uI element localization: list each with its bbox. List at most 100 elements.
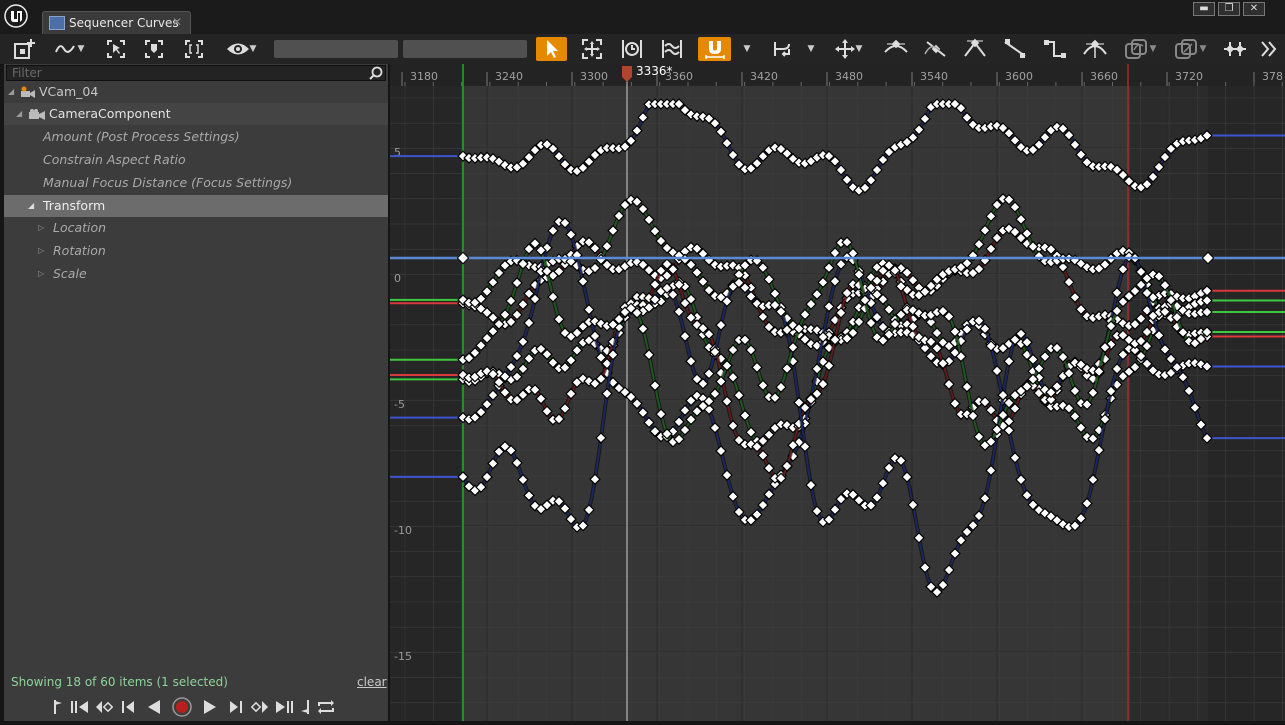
time-tick-label: 3660 <box>1090 70 1118 83</box>
tree-item-location[interactable]: ▷ Location <box>4 217 388 239</box>
snap-options-dropdown[interactable]: ▼ <box>740 37 754 61</box>
tangent-auto-icon[interactable] <box>881 37 911 61</box>
tree-item-constrain-aspect[interactable]: Constrain Aspect Ratio <box>4 149 388 171</box>
value-tick-label: -10 <box>394 524 412 537</box>
value-tick-label: 0 <box>394 272 401 285</box>
curve-tree-panel: Filter ◢ VCam_04 ◢ CameraComponent Amoun… <box>4 64 388 721</box>
tangent-flatten-icon[interactable] <box>1080 37 1110 61</box>
tree-item-label: Manual Focus Distance (Focus Settings) <box>43 175 293 190</box>
close-window-button[interactable]: ✕ <box>1243 2 1265 16</box>
expand-arrow-icon[interactable]: ▷ <box>38 240 44 262</box>
curve-editor-icon <box>49 16 65 30</box>
tree-item-label: Transform <box>43 198 106 213</box>
more-icon[interactable] <box>1257 37 1281 61</box>
snap-icon[interactable] <box>698 37 731 61</box>
transport-controls <box>48 695 348 719</box>
curve-filter-2-dropdown[interactable]: ▼ <box>1170 37 1210 61</box>
step-back-icon[interactable] <box>116 695 140 719</box>
expand-arrow-icon[interactable]: ▷ <box>38 217 44 239</box>
unreal-logo-icon[interactable] <box>4 4 28 28</box>
tree-item-scale[interactable]: ▷ Scale <box>4 263 388 285</box>
collapse-arrow-icon[interactable]: ◢ <box>8 81 14 103</box>
record-icon[interactable] <box>168 695 196 719</box>
tree-item-amount[interactable]: Amount (Post Process Settings) <box>4 126 388 148</box>
play-icon[interactable] <box>196 695 224 719</box>
tree-item-manual-focus[interactable]: Manual Focus Distance (Focus Settings) <box>4 172 388 194</box>
fit-view-icon[interactable] <box>181 37 207 61</box>
search-icon[interactable] <box>369 66 383 80</box>
time-snap-icon[interactable] <box>768 37 796 61</box>
move-tool-icon <box>834 39 855 59</box>
title-bar: Sequencer Curves ✕ ▬ ❐ ✕ <box>0 0 1285 35</box>
curve-filter-2-icon <box>1174 39 1197 59</box>
add-key-icon[interactable] <box>10 37 38 61</box>
tree-item-label: Location <box>53 220 107 235</box>
time-tick-label: 378 <box>1262 70 1283 83</box>
maximize-button[interactable]: ❐ <box>1218 2 1240 16</box>
expand-arrow-icon[interactable]: ▷ <box>38 263 44 285</box>
tangent-constant-icon[interactable] <box>1040 37 1070 61</box>
tab-label: Sequencer Curves <box>69 16 179 30</box>
tree-item-label: VCam_04 <box>39 84 99 99</box>
transform-tool-icon[interactable] <box>578 37 606 61</box>
curve-filter-dropdown[interactable]: ▼ <box>1120 37 1160 61</box>
tree-item-vcam[interactable]: ◢ VCam_04 <box>4 81 388 103</box>
curve-filter-icon <box>1124 39 1147 59</box>
tangent-user-icon[interactable] <box>921 37 951 61</box>
retime-icon[interactable] <box>141 37 167 61</box>
clear-filter-link[interactable]: clear <box>357 675 387 689</box>
tree-item-label: Rotation <box>53 243 106 258</box>
jump-end-icon[interactable] <box>272 695 296 719</box>
key-time-field[interactable] <box>274 40 398 58</box>
key-value-field[interactable] <box>403 40 527 58</box>
collapse-arrow-icon[interactable]: ◢ <box>16 103 22 125</box>
status-text: Showing 18 of 60 items (1 selected) <box>11 675 228 689</box>
tree-item-label: Scale <box>53 266 87 281</box>
tree-item-label: CameraComponent <box>49 106 171 121</box>
select-tool-icon[interactable] <box>536 37 567 61</box>
filter-placeholder: Filter <box>12 66 42 80</box>
tree-item-label: Constrain Aspect Ratio <box>43 152 186 167</box>
filter-input[interactable]: Filter <box>6 65 386 81</box>
next-key-icon[interactable] <box>248 695 272 719</box>
collapse-arrow-icon[interactable]: ◢ <box>28 195 34 217</box>
time-tick-label: 3180 <box>410 70 438 83</box>
curve-graph-view[interactable]: 3180 3240 3300 3360 3420 3480 3540 3600 3660 3720… <box>390 64 1285 721</box>
time-tick-label: 3600 <box>1005 70 1033 83</box>
time-tick-label: 3540 <box>920 70 948 83</box>
loop-icon[interactable] <box>314 695 338 719</box>
tree-item-camera-component[interactable]: ◢ CameraComponent <box>4 103 388 125</box>
time-tick-label: 3480 <box>835 70 863 83</box>
tree-item-rotation[interactable]: ▷ Rotation <box>4 240 388 262</box>
visibility-dropdown[interactable]: ▼ <box>222 37 260 61</box>
tab-close-button[interactable]: ✕ <box>172 15 182 29</box>
time-tick-label: 3420 <box>750 70 778 83</box>
move-tool-dropdown[interactable]: ▼ <box>829 37 867 61</box>
curve-toolbar: ▼ ▼ ▼ ▼ ▼ ▼ ▼ <box>0 34 1285 65</box>
curve-graph-canvas[interactable]: 3180 3240 3300 3360 3420 3480 3540 3600 3660 3720… <box>390 64 1285 721</box>
time-tick-label: 3240 <box>495 70 523 83</box>
time-snap-dropdown[interactable]: ▼ <box>804 37 818 61</box>
current-frame-label: 3336* <box>636 64 673 78</box>
play-reverse-icon[interactable] <box>140 695 168 719</box>
multi-curve-icon[interactable] <box>658 37 686 61</box>
time-tick-label: 3300 <box>580 70 608 83</box>
frame-selection-icon[interactable] <box>103 37 129 61</box>
set-range-icon[interactable] <box>296 695 314 719</box>
value-tick-label: -15 <box>394 650 412 663</box>
retime-tool-icon[interactable] <box>618 37 646 61</box>
curve-normalize-icon[interactable] <box>1220 37 1250 61</box>
tangent-linear-icon[interactable] <box>1000 37 1030 61</box>
tab-sequencer-curves[interactable]: Sequencer Curves ✕ <box>42 11 191 34</box>
minimize-button[interactable]: ▬ <box>1193 2 1215 16</box>
step-back-key-icon[interactable] <box>92 695 116 719</box>
step-forward-icon[interactable] <box>224 695 248 719</box>
prev-key-icon[interactable] <box>68 695 92 719</box>
jump-start-icon[interactable] <box>48 695 68 719</box>
visibility-icon <box>226 43 249 55</box>
tangent-break-icon[interactable] <box>960 37 990 61</box>
tree-item-label: Amount (Post Process Settings) <box>43 129 240 144</box>
curve-interp-dropdown[interactable]: ▼ <box>50 37 88 61</box>
tree-item-transform[interactable]: ◢ Transform <box>4 195 388 217</box>
value-tick-label: -5 <box>394 398 405 411</box>
